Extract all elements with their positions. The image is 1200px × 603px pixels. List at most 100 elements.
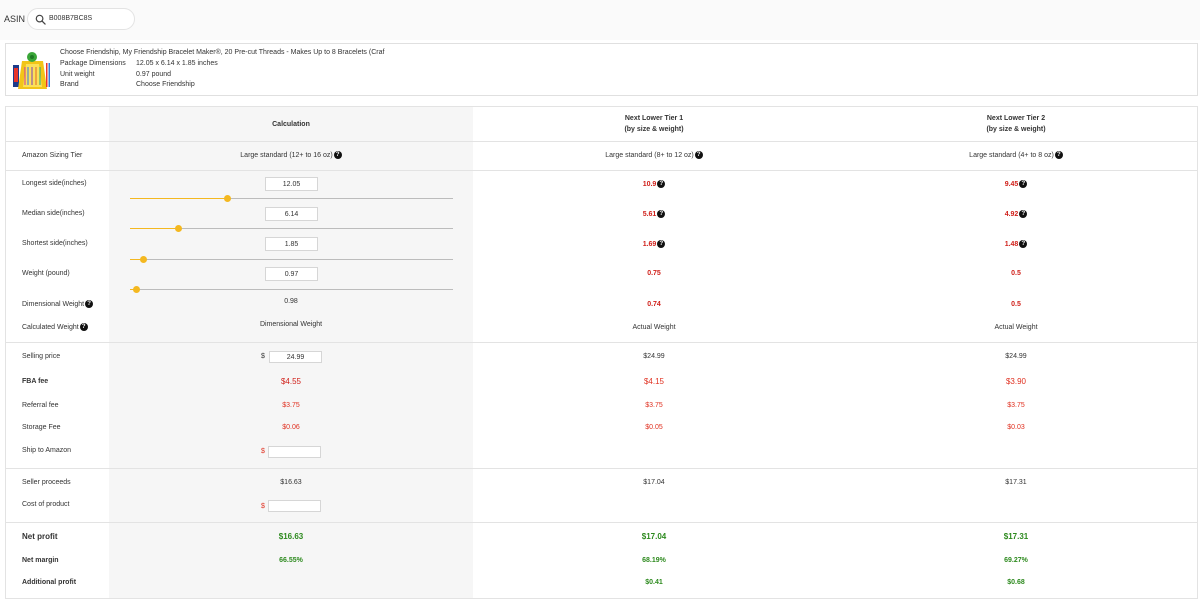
divider: [6, 141, 1197, 142]
slider-handle[interactable]: [133, 286, 141, 293]
currency-symbol: $: [261, 353, 265, 360]
calculated-weight-label-text: Calculated Weight: [22, 323, 79, 331]
header-tier2-title: Next Lower Tier 2: [986, 115, 1046, 122]
longest-side-slider[interactable]: [130, 195, 453, 202]
label-storage-fee: Storage Fee: [22, 424, 61, 431]
help-icon[interactable]: ?: [333, 151, 342, 159]
currency-symbol: $: [261, 503, 265, 510]
slider-fill: [130, 228, 179, 229]
product-thumbnail: [13, 52, 50, 89]
tier1-calculated-weight: Actual Weight: [632, 324, 676, 331]
help-icon[interactable]: ?: [79, 323, 88, 331]
weight-input[interactable]: [265, 267, 318, 281]
tier2-additional-profit: $0.68: [1007, 579, 1025, 586]
tier1-weight: 0.75: [647, 270, 661, 277]
calc-net-margin: 66.55%: [279, 557, 303, 564]
asin-search-box[interactable]: [27, 8, 135, 30]
label-net-profit: Net profit: [22, 532, 58, 541]
label-fba-fee: FBA fee: [22, 378, 49, 385]
tier2-fba-fee: $3.90: [1005, 377, 1027, 386]
tier2-storage-fee: $0.03: [1007, 424, 1025, 431]
tier1-net-margin: 68.19%: [642, 557, 666, 564]
calc-net-profit: $16.63: [278, 532, 304, 541]
help-icon[interactable]: ?: [657, 240, 666, 248]
label-seller-proceeds: Seller proceeds: [22, 479, 71, 486]
weight-slider[interactable]: [130, 286, 453, 293]
calc-sizing-tier: Large standard (12+ to 16 oz)?: [109, 151, 473, 159]
divider: [6, 170, 1197, 171]
slider-track: [130, 259, 453, 260]
tier1-additional-profit: $0.41: [645, 579, 663, 586]
shortest-side-input[interactable]: [265, 237, 318, 251]
tier1-seller-proceeds: $17.04: [643, 479, 665, 486]
header-tier1-subtitle: (by size & weight): [624, 126, 684, 133]
help-icon[interactable]: ?: [1054, 151, 1063, 159]
label-dimensional-weight: Dimensional Weight?: [22, 300, 94, 308]
tier2-longest-value: 9.45: [1004, 180, 1019, 188]
label-weight: Weight (pound): [22, 270, 70, 277]
tier1-median-side: 5.61?: [473, 210, 835, 218]
tier2-net-profit: $17.31: [1003, 532, 1029, 541]
label-additional-profit: Additional profit: [22, 579, 77, 586]
calc-fba-fee: $4.55: [280, 377, 302, 386]
tier2-sizing-tier: Large standard (4+ to 8 oz)?: [835, 151, 1197, 159]
shortest-side-slider[interactable]: [130, 256, 453, 263]
header-calculation: Calculation: [272, 121, 310, 128]
help-icon[interactable]: ?: [85, 300, 94, 308]
tier1-median-value: 5.61: [642, 210, 657, 218]
tier1-shortest-side: 1.69?: [473, 240, 835, 248]
median-side-input[interactable]: [265, 207, 318, 221]
tier1-shortest-value: 1.69: [642, 240, 657, 248]
tier1-storage-fee: $0.05: [645, 424, 663, 431]
label-longest-side: Longest side(inches): [22, 180, 87, 187]
label-median-side: Median side(inches): [22, 210, 85, 217]
label-referral-fee: Referral fee: [22, 402, 59, 409]
calc-sizing-tier-value: Large standard (12+ to 16 oz): [240, 151, 333, 159]
median-side-slider[interactable]: [130, 225, 453, 232]
search-icon[interactable]: [35, 14, 46, 25]
tier2-shortest-value: 1.48: [1004, 240, 1019, 248]
detail-key: Unit weight: [60, 71, 95, 78]
header-tier2: Next Lower Tier 2 (by size & weight): [835, 113, 1197, 135]
longest-side-input[interactable]: [265, 177, 318, 191]
help-icon[interactable]: ?: [1019, 210, 1028, 218]
tier1-sizing-tier-value: Large standard (8+ to 12 oz): [605, 151, 694, 159]
label-sizing-tier: Amazon Sizing Tier: [22, 152, 83, 159]
tier1-sizing-tier: Large standard (8+ to 12 oz)?: [473, 151, 835, 159]
ship-to-amazon-input[interactable]: [268, 446, 321, 458]
label-net-margin: Net margin: [22, 557, 59, 564]
fee-calculator-table: Calculation Next Lower Tier 1 (by size &…: [5, 106, 1198, 599]
slider-handle[interactable]: [223, 195, 231, 202]
divider: [6, 468, 1197, 469]
selling-price-input[interactable]: [269, 351, 322, 363]
help-icon[interactable]: ?: [657, 210, 666, 218]
asin-search-input[interactable]: [49, 15, 129, 22]
help-icon[interactable]: ?: [694, 151, 703, 159]
calc-seller-proceeds: $16.63: [280, 479, 302, 486]
label-shortest-side: Shortest side(inches): [22, 240, 88, 247]
tier2-weight: 0.5: [1011, 270, 1021, 277]
help-icon[interactable]: ?: [657, 180, 666, 188]
tier2-longest-side: 9.45?: [835, 180, 1197, 188]
slider-handle[interactable]: [139, 256, 147, 263]
tier2-seller-proceeds: $17.31: [1005, 479, 1027, 486]
product-title: Choose Friendship, My Friendship Bracele…: [60, 49, 385, 56]
cost-of-product-input[interactable]: [268, 500, 321, 512]
help-icon[interactable]: ?: [1019, 180, 1028, 188]
help-icon[interactable]: ?: [1019, 240, 1028, 248]
detail-value: Choose Friendship: [136, 81, 195, 88]
tier1-longest-value: 10.9: [642, 180, 657, 188]
slider-handle[interactable]: [175, 225, 183, 232]
tier1-referral-fee: $3.75: [645, 402, 663, 409]
tier2-calculated-weight: Actual Weight: [994, 324, 1038, 331]
detail-key: Brand: [60, 81, 79, 88]
label-ship-to-amazon: Ship to Amazon: [22, 447, 72, 454]
tier2-referral-fee: $3.75: [1007, 402, 1025, 409]
tier2-net-margin: 69.27%: [1004, 557, 1028, 564]
detail-key: Package Dimensions: [60, 60, 126, 67]
tier1-longest-side: 10.9?: [473, 180, 835, 188]
tier1-fba-fee: $4.15: [643, 377, 665, 386]
product-card: Choose Friendship, My Friendship Bracele…: [5, 43, 1198, 96]
detail-value: 0.97 pound: [136, 71, 172, 78]
tier1-selling-price: $24.99: [643, 353, 665, 360]
